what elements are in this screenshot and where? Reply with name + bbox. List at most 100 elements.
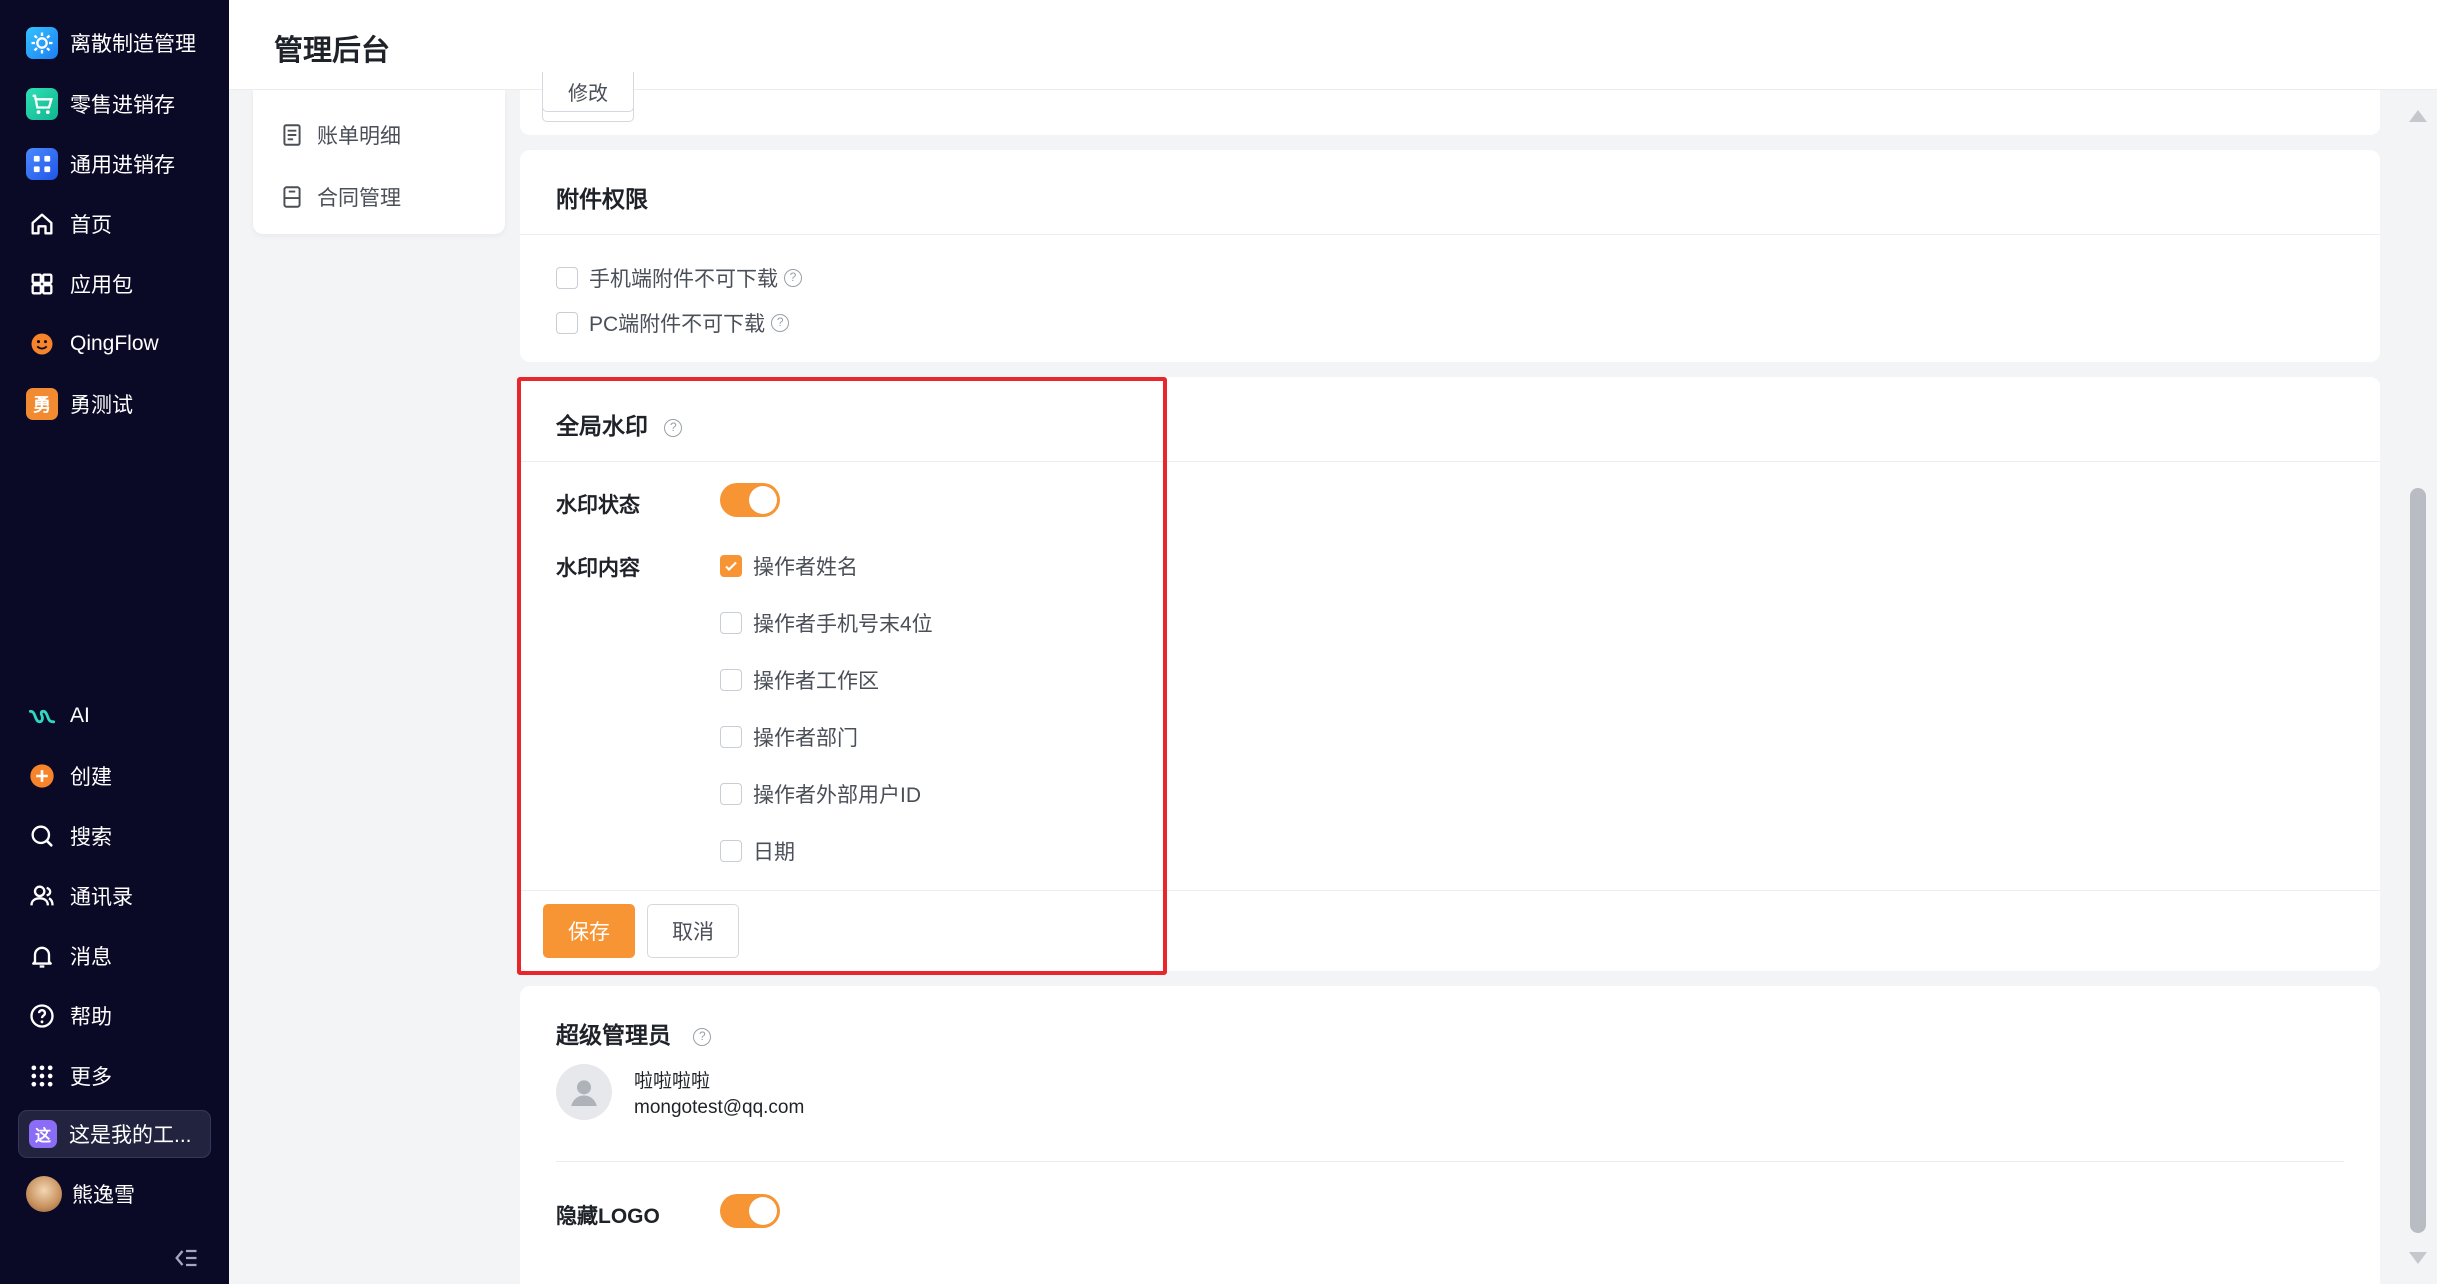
sidebar-item-discrete-manufacturing[interactable]: 离散制造管理: [26, 23, 212, 63]
help-icon[interactable]: ?: [771, 314, 790, 332]
sidebar-item-qingflow[interactable]: QingFlow: [26, 324, 212, 364]
yong-app-icon: 勇: [26, 388, 58, 420]
divider: [520, 234, 2380, 235]
mobile-no-download-option[interactable]: 手机端附件不可下载 ?: [556, 263, 802, 293]
submenu-item-label: 合同管理: [317, 187, 401, 210]
global-watermark-card: 全局水印 ? 水印状态 水印内容 操作者姓名 操作者手机号末4位 操作者工作区 …: [520, 377, 2380, 971]
option-label: 操作者部门: [753, 727, 858, 750]
create-icon: [26, 760, 58, 792]
bill-icon: [283, 124, 301, 146]
sidebar-user[interactable]: 熊逸雪: [26, 1174, 212, 1214]
sidebar-item-ai[interactable]: AI: [26, 696, 212, 736]
help-icon[interactable]: ?: [693, 1027, 712, 1046]
scrollbar-thumb[interactable]: [2410, 488, 2426, 1233]
scroll-up-icon[interactable]: [2407, 108, 2429, 124]
cancel-button[interactable]: 取消: [647, 904, 739, 958]
sidebar-item-messages[interactable]: 消息: [26, 936, 212, 976]
option-label: 操作者手机号末4位: [753, 613, 933, 636]
watermark-option-external-user-id[interactable]: 操作者外部用户ID: [720, 779, 921, 809]
sidebar-item-label: 消息: [70, 946, 112, 969]
sidebar-item-label: 勇测试: [70, 394, 133, 417]
home-icon: [26, 208, 58, 240]
sidebar-item-label: 更多: [70, 1066, 112, 1089]
sidebar-item-create[interactable]: 创建: [26, 756, 212, 796]
sidebar-item-contacts[interactable]: 通讯录: [26, 876, 212, 916]
checkbox-checked[interactable]: [720, 555, 742, 577]
workspace-switcher[interactable]: 这 这是我的工...: [18, 1110, 211, 1158]
submenu-item-bill-details[interactable]: 账单明细: [279, 120, 401, 150]
sidebar-item-label: 通用进销存: [70, 154, 175, 177]
divider: [556, 1161, 2344, 1162]
qingflow-icon: [26, 328, 58, 360]
watermark-content-label: 水印内容: [556, 557, 640, 580]
sidebar-item-label: 零售进销存: [70, 94, 175, 117]
watermark-option-department[interactable]: 操作者部门: [720, 722, 858, 752]
watermark-option-date[interactable]: 日期: [720, 836, 795, 866]
sidebar-item-yong-test[interactable]: 勇 勇测试: [26, 384, 212, 424]
pc-no-download-checkbox[interactable]: [556, 312, 578, 334]
sidebar-item-search[interactable]: 搜索: [26, 816, 212, 856]
checkbox[interactable]: [720, 669, 742, 691]
watermark-option-phone-last4[interactable]: 操作者手机号末4位: [720, 608, 933, 638]
option-label: 操作者外部用户ID: [753, 784, 921, 807]
contract-icon: [283, 186, 301, 208]
super-admin-title: 超级管理员 ?: [556, 1016, 712, 1050]
option-label: 手机端附件不可下载: [589, 268, 778, 291]
watermark-option-workspace[interactable]: 操作者工作区: [720, 665, 879, 695]
watermark-option-operator-name[interactable]: 操作者姓名: [720, 551, 858, 581]
divider: [520, 461, 2380, 462]
help-icon[interactable]: ?: [664, 418, 683, 437]
sidebar-item-general-inventory[interactable]: 通用进销存: [26, 144, 212, 184]
sidebar-item-label: 离散制造管理: [70, 33, 196, 56]
option-label: 操作者工作区: [753, 670, 879, 693]
sidebar-item-more[interactable]: 更多: [26, 1056, 212, 1096]
sidebar-item-label: 搜索: [70, 826, 112, 849]
submenu-item-contract-management[interactable]: 合同管理: [279, 182, 401, 212]
search-icon: [26, 820, 58, 852]
admin-avatar: [556, 1064, 612, 1120]
workspace-icon: 这: [29, 1120, 57, 1148]
admin-email: mongotest@qq.com: [634, 1097, 805, 1118]
checkbox[interactable]: [720, 783, 742, 805]
more-icon: [26, 1060, 58, 1092]
hide-logo-toggle[interactable]: [720, 1194, 780, 1228]
option-label: PC端附件不可下载: [589, 313, 766, 336]
sidebar: 离散制造管理 零售进销存 通用进销存 首页 应用包 QingFlow 勇 勇测试: [0, 0, 229, 1284]
checkbox[interactable]: [720, 840, 742, 862]
admin-submenu: 账单明细 合同管理: [253, 90, 505, 234]
pc-no-download-option[interactable]: PC端附件不可下载 ?: [556, 308, 790, 338]
checkbox[interactable]: [720, 612, 742, 634]
hide-logo-label: 隐藏LOGO: [556, 1205, 660, 1228]
sidebar-item-label: 通讯录: [70, 886, 133, 909]
sidebar-item-retail-inventory[interactable]: 零售进销存: [26, 84, 212, 124]
sidebar-item-help[interactable]: 帮助: [26, 996, 212, 1036]
sidebar-item-app-package[interactable]: 应用包: [26, 264, 212, 304]
checkbox[interactable]: [720, 726, 742, 748]
watermark-title-text: 全局水印: [556, 413, 648, 439]
divider: [520, 890, 2380, 891]
option-label: 操作者姓名: [753, 556, 858, 579]
sidebar-item-label: QingFlow: [70, 332, 159, 355]
mobile-no-download-checkbox[interactable]: [556, 267, 578, 289]
contacts-icon: [26, 880, 58, 912]
attachment-title: 附件权限: [556, 186, 648, 212]
avatar: [26, 1176, 62, 1212]
help-icon[interactable]: ?: [784, 269, 802, 287]
save-button[interactable]: 保存: [543, 904, 635, 958]
apps-icon: [26, 268, 58, 300]
watermark-title: 全局水印 ?: [556, 407, 683, 441]
submenu-item-label: 账单明细: [317, 125, 401, 148]
grid-app-icon: [26, 148, 58, 180]
scroll-down-icon[interactable]: [2407, 1250, 2429, 1266]
collapse-sidebar-icon[interactable]: [172, 1244, 202, 1274]
help-icon: [26, 1000, 58, 1032]
workspace-label: 这是我的工...: [69, 1124, 192, 1147]
admin-name: 啦啦啦啦: [634, 1071, 711, 1092]
cart-app-icon: [26, 88, 58, 120]
watermark-status-toggle[interactable]: [720, 483, 780, 517]
sidebar-item-home[interactable]: 首页: [26, 204, 212, 244]
sidebar-item-label: 应用包: [70, 274, 133, 297]
option-label: 日期: [753, 841, 795, 864]
edit-button[interactable]: 修改: [542, 72, 634, 112]
bell-icon: [26, 940, 58, 972]
